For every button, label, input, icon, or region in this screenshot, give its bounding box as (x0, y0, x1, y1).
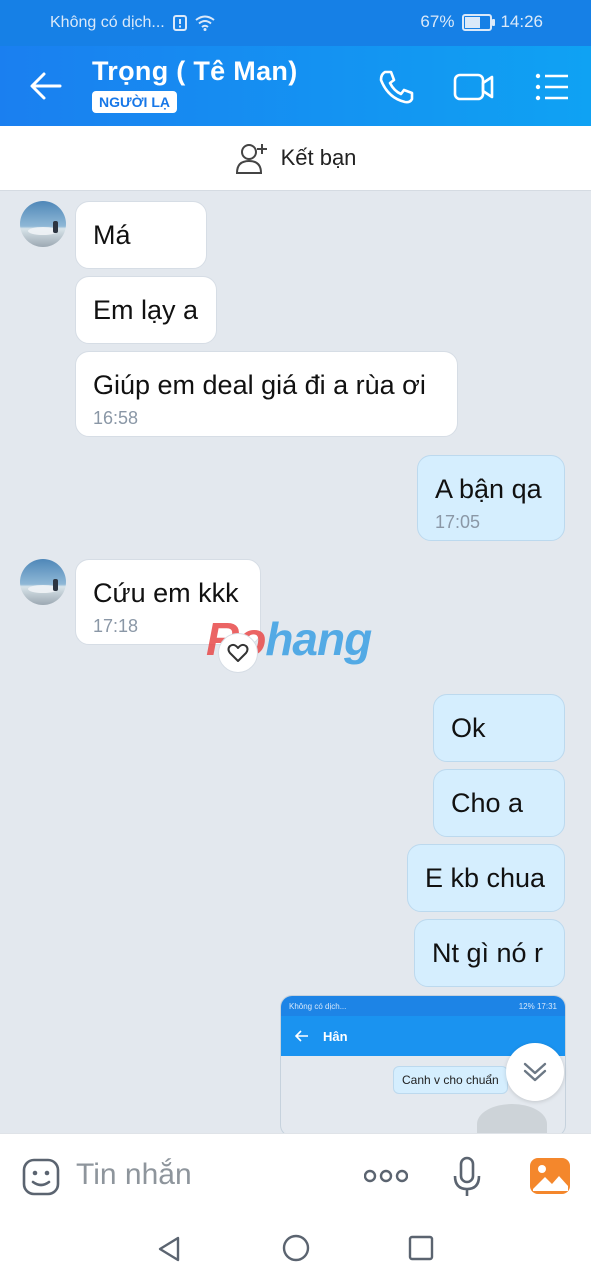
gallery-icon[interactable] (529, 1157, 571, 1200)
more-options-icon[interactable] (363, 1166, 409, 1191)
back-arrow-icon[interactable] (28, 70, 64, 102)
message-bubble[interactable]: A bận qa 17:05 (417, 455, 565, 541)
message-time: 17:05 (435, 512, 481, 532)
menu-list-icon[interactable] (534, 68, 574, 106)
message-text: Ok (451, 713, 486, 743)
contact-info[interactable]: Trọng ( Tê Man) NGƯỜI LẠ (92, 56, 297, 113)
carrier-text: Không có dịch... (50, 14, 165, 31)
wifi-icon (195, 15, 215, 31)
message-bubble[interactable]: Giúp em deal giá đi a rùa ơi 16:58 (75, 351, 458, 437)
heart-icon (227, 643, 249, 662)
nav-back-icon[interactable] (156, 1235, 182, 1268)
message-bubble[interactable]: Em lạy a (75, 276, 217, 344)
status-right: 67% 14:26 (420, 12, 543, 32)
video-call-icon[interactable] (453, 68, 494, 106)
message-text: Má (93, 220, 131, 250)
message-text: Cho a (451, 788, 524, 818)
message-bubble[interactable]: Nt gì nó r (414, 919, 565, 987)
sim-alert-icon (172, 15, 187, 31)
message-text: A bận qa (435, 474, 542, 504)
add-friend-label: Kết bạn (280, 145, 357, 170)
message-bubble[interactable]: Cho a (433, 769, 565, 837)
nav-recents-icon[interactable] (408, 1235, 434, 1266)
contact-name: Trọng ( Tê Man) (92, 56, 298, 86)
add-friend-bar[interactable]: Kết bạn (0, 126, 591, 191)
avatar[interactable] (20, 201, 66, 247)
back-arrow-icon (295, 1030, 308, 1042)
reaction-button[interactable] (218, 633, 258, 673)
message-text: Em lạy a (93, 295, 199, 325)
message-text: Cứu em kkk (93, 578, 239, 608)
shared-image-bubble: Canh v cho chuẩn (393, 1066, 508, 1094)
status-bar: Không có dịch... 67% 14:26 (0, 0, 591, 46)
double-chevron-down-icon (523, 1062, 547, 1082)
message-input[interactable]: Tin nhắn (76, 1158, 192, 1192)
battery-percent: 67% (420, 12, 455, 31)
nav-home-icon[interactable] (282, 1234, 310, 1267)
message-text: E kb chua (425, 863, 546, 893)
battery-icon (462, 13, 496, 31)
chat-header: Trọng ( Tê Man) NGƯỜI LẠ (0, 46, 591, 126)
add-friend-icon (235, 144, 267, 174)
message-bubble[interactable]: Ok (433, 694, 565, 762)
message-bubble[interactable]: Má (75, 201, 207, 269)
clock: 14:26 (500, 12, 543, 31)
avatar[interactable] (20, 559, 66, 605)
message-time: 16:58 (93, 408, 139, 428)
sticker-icon[interactable] (22, 1158, 60, 1201)
status-left: Không có dịch... (50, 14, 215, 32)
message-bubble[interactable]: E kb chua (407, 844, 565, 912)
message-text: Giúp em deal giá đi a rùa ơi (93, 370, 426, 400)
message-text: Nt gì nó r (432, 938, 544, 968)
shared-image-statusbar: Không có dịch... 12% 17:31 (281, 996, 565, 1016)
microphone-icon[interactable] (452, 1156, 482, 1203)
message-input-bar: Tin nhắn (0, 1133, 591, 1220)
system-nav-bar (0, 1219, 591, 1280)
message-time: 17:18 (93, 616, 139, 636)
phone-icon[interactable] (376, 68, 416, 106)
scroll-down-button[interactable] (506, 1043, 564, 1101)
stranger-badge: NGƯỜI LẠ (92, 91, 177, 113)
